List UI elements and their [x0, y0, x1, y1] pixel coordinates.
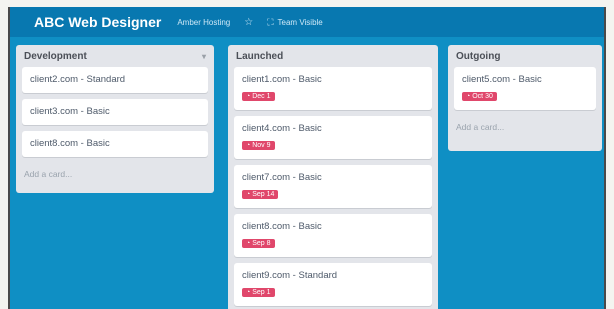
card[interactable]: client7.com - Basic ◔ Sep 14: [234, 165, 432, 208]
card-title: client8.com - Basic: [242, 221, 322, 232]
card-title: client5.com - Basic: [462, 74, 542, 85]
due-date: Sep 8: [252, 240, 271, 247]
card-title: client3.com - Basic: [30, 106, 110, 117]
due-date: Sep 1: [252, 289, 271, 296]
list-development: Development ▾ client2.com - Standard cli…: [16, 45, 214, 193]
due-date: Oct 30: [472, 93, 493, 100]
list-header[interactable]: Launched: [228, 45, 438, 67]
card-title: client4.com - Basic: [242, 123, 322, 134]
list-title: Launched: [236, 50, 284, 62]
clock-icon: ◔: [246, 93, 251, 100]
due-date: Nov 9: [252, 142, 271, 149]
due-date-badge: ◔ Sep 8: [242, 239, 275, 248]
list-title: Development: [24, 50, 87, 62]
add-card-link[interactable]: Add a card...: [16, 163, 214, 187]
card[interactable]: client3.com - Basic: [22, 99, 208, 125]
add-card-link[interactable]: Add a card...: [448, 116, 602, 140]
due-date-badge: ◔ Oct 30: [462, 92, 497, 101]
clock-icon: ◔: [466, 93, 471, 100]
clock-icon: ◔: [246, 240, 251, 247]
org-name[interactable]: Amber Hosting: [177, 18, 230, 27]
clock-icon: ◔: [246, 191, 251, 198]
visibility-label[interactable]: Team Visible: [278, 18, 323, 27]
list-menu-icon[interactable]: ▾: [202, 52, 206, 61]
card-title: client2.com - Standard: [30, 74, 126, 85]
card-title: client1.com - Basic: [242, 74, 322, 85]
card[interactable]: client2.com - Standard: [22, 67, 208, 93]
clock-icon: ◔: [246, 289, 251, 296]
card[interactable]: client8.com - Basic: [22, 131, 208, 157]
due-date-badge: ◔ Dec 1: [242, 92, 275, 101]
star-icon[interactable]: ☆: [244, 17, 253, 28]
list-launched: Launched client1.com - Basic ◔ Dec 1 clie…: [228, 45, 438, 309]
clock-icon: ◔: [246, 142, 251, 149]
due-date: Sep 14: [252, 191, 275, 198]
list-outgoing: Outgoing client5.com - Basic ◔ Oct 30 Add…: [448, 45, 602, 151]
card-title: client7.com - Basic: [242, 172, 322, 183]
card[interactable]: client1.com - Basic ◔ Dec 1: [234, 67, 432, 110]
due-date-badge: ◔ Sep 14: [242, 190, 279, 199]
board-frame: ABC Web Designer Amber Hosting ☆ ⛶ Team …: [8, 7, 606, 309]
list-header[interactable]: Development ▾: [16, 45, 214, 67]
board-title[interactable]: ABC Web Designer: [34, 14, 161, 30]
due-date-badge: ◔ Nov 9: [242, 141, 275, 150]
board-header: ABC Web Designer Amber Hosting ☆ ⛶ Team …: [10, 7, 604, 37]
card[interactable]: client5.com - Basic ◔ Oct 30: [454, 67, 596, 110]
due-date-badge: ◔ Sep 1: [242, 288, 275, 297]
due-date: Dec 1: [252, 93, 271, 100]
card[interactable]: client9.com - Standard ◔ Sep 1: [234, 263, 432, 306]
card[interactable]: client8.com - Basic ◔ Sep 8: [234, 214, 432, 257]
list-header[interactable]: Outgoing: [448, 45, 602, 67]
card-title: client9.com - Standard: [242, 270, 338, 281]
list-title: Outgoing: [456, 50, 501, 62]
card-title: client8.com - Basic: [30, 138, 110, 149]
card[interactable]: client4.com - Basic ◔ Nov 9: [234, 116, 432, 159]
team-icon: ⛶: [267, 16, 274, 27]
